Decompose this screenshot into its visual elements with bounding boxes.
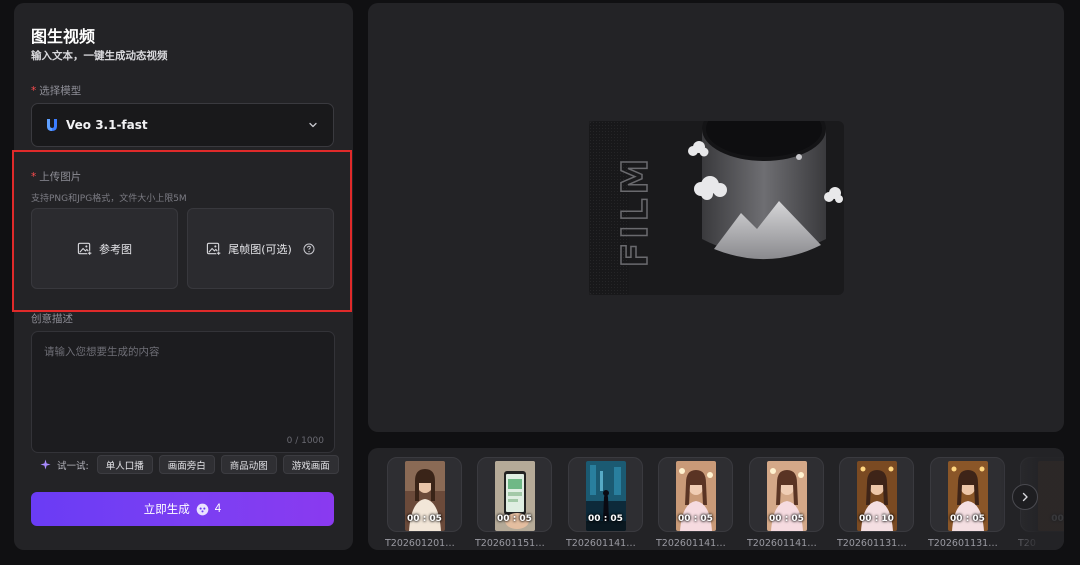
model-select[interactable]: Veo 3.1-fast bbox=[31, 103, 334, 147]
suggestion-chip[interactable]: 画面旁白 bbox=[158, 455, 215, 474]
help-icon[interactable] bbox=[303, 243, 315, 255]
model-label: * 选择模型 bbox=[31, 83, 81, 98]
history-thumbnail[interactable]: 00 : 05 bbox=[930, 457, 1005, 532]
history-strip: 00 : 05 T202601201… 00 : 05 T202601151… bbox=[368, 448, 1064, 550]
video-duration: 00 : 05 bbox=[407, 514, 442, 524]
video-name: T20 bbox=[1018, 538, 1036, 549]
video-name: T202601141… bbox=[566, 538, 636, 549]
prompt-label: 创意描述 bbox=[31, 313, 73, 325]
char-count: 0 / 1000 bbox=[286, 436, 324, 446]
suggestion-row: 试一试: 单人口播 画面旁白 商品动图 游戏画面 bbox=[40, 455, 339, 474]
film-placeholder-illustration: FILM bbox=[589, 121, 844, 295]
video-name: T202601151… bbox=[475, 538, 545, 549]
sparkle-icon bbox=[40, 459, 51, 470]
chevron-right-icon bbox=[1022, 492, 1028, 502]
reference-image-label: 参考图 bbox=[99, 242, 132, 256]
prompt-box: 0 / 1000 bbox=[31, 331, 335, 453]
history-item: 00 : 05 T202601201… bbox=[385, 457, 462, 549]
config-panel: 图生视频 输入文本，一键生成动态视频 * 选择模型 Veo 3.1-fast * 上… bbox=[14, 3, 353, 550]
history-item: 00 : 10 T202601131… bbox=[837, 457, 914, 549]
video-duration: 00 : 05 bbox=[497, 514, 532, 524]
video-duration: 00 : 05 bbox=[769, 514, 804, 524]
history-thumbnail[interactable]: 00 : 05 bbox=[477, 457, 552, 532]
suggestion-chip[interactable]: 商品动图 bbox=[220, 455, 277, 474]
chevron-down-icon bbox=[309, 122, 317, 128]
generate-cost: 4 bbox=[214, 503, 222, 515]
video-name: T202601131… bbox=[837, 538, 907, 549]
required-mark: * bbox=[31, 85, 37, 97]
image-upload-icon bbox=[77, 242, 92, 256]
video-duration: 00 : 05 bbox=[678, 514, 713, 524]
history-thumbnail[interactable]: 00 : 05 bbox=[568, 457, 643, 532]
history-thumbnail[interactable]: 00 : 10 bbox=[839, 457, 914, 532]
preview-panel: FILM bbox=[368, 3, 1064, 432]
model-name: Veo 3.1-fast bbox=[66, 118, 148, 132]
video-name: T202601201… bbox=[385, 538, 455, 549]
generate-label: 立即生成 bbox=[143, 504, 190, 516]
model-label-text: 选择模型 bbox=[39, 85, 82, 97]
end-frame-upload[interactable]: 尾帧图(可选) bbox=[187, 208, 334, 289]
suggestion-chip[interactable]: 游戏画面 bbox=[282, 455, 339, 474]
veo-logo-icon bbox=[47, 119, 57, 131]
history-thumbnail[interactable]: 00 : 05 bbox=[749, 457, 824, 532]
upload-hint: 支持PNG和JPG格式，文件大小上限5M bbox=[31, 194, 187, 204]
prompt-input[interactable] bbox=[32, 332, 334, 432]
history-item: 00 : 05 T202601141… bbox=[566, 457, 643, 549]
history-item: 00 : 05 T202601141… bbox=[747, 457, 824, 549]
credit-coin-icon bbox=[196, 503, 209, 515]
suggestion-chip[interactable]: 单人口播 bbox=[96, 455, 153, 474]
video-duration: 00 : 10 bbox=[859, 514, 894, 524]
suggestion-label: 试一试: bbox=[57, 460, 89, 472]
history-item: 00 : 05 T202601131… bbox=[928, 457, 1005, 549]
video-duration: 00 : 05 bbox=[950, 514, 985, 524]
upload-label-text: 上传图片 bbox=[39, 171, 82, 183]
reference-image-upload[interactable]: 参考图 bbox=[31, 208, 178, 289]
generate-button[interactable]: 立即生成 4 bbox=[31, 492, 334, 526]
video-duration: 00 : 05 bbox=[588, 514, 623, 524]
image-upload-icon bbox=[207, 242, 222, 256]
video-name: T202601131… bbox=[928, 538, 998, 549]
upload-label: * 上传图片 bbox=[31, 169, 81, 184]
history-item: 00 : 05 T202601151… bbox=[475, 457, 552, 549]
video-name: T202601141… bbox=[656, 538, 726, 549]
history-item: 00 : 05 T202601141… bbox=[656, 457, 733, 549]
video-duration: 00 bbox=[1051, 514, 1064, 524]
video-name: T202601141… bbox=[747, 538, 817, 549]
page-subtitle: 输入文本，一键生成动态视频 bbox=[31, 50, 168, 62]
svg-text:FILM: FILM bbox=[615, 155, 656, 268]
history-thumbnail[interactable]: 00 : 05 bbox=[387, 457, 462, 532]
next-button[interactable] bbox=[1012, 484, 1038, 510]
page-title: 图生视频 bbox=[31, 27, 96, 46]
history-thumbnail[interactable]: 00 : 05 bbox=[658, 457, 733, 532]
required-mark: * bbox=[31, 171, 37, 183]
end-frame-label: 尾帧图(可选) bbox=[228, 242, 292, 256]
